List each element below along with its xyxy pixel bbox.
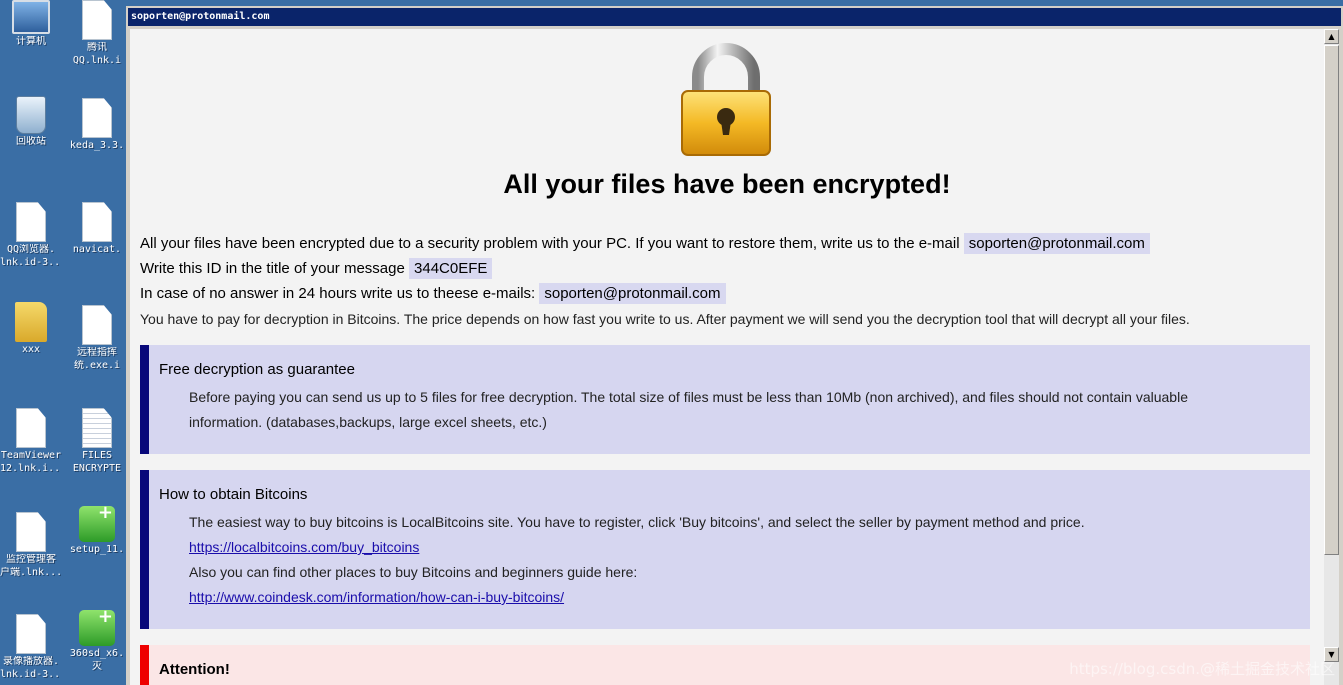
icon-label: 计算机 xyxy=(16,36,46,47)
icon-label: QQ.lnk.i xyxy=(72,55,122,66)
folder-icon xyxy=(15,302,47,342)
payment-line: You have to pay for decryption in Bitcoi… xyxy=(140,311,1190,327)
icon-label: 户端.lnk... xyxy=(0,567,62,578)
bitcoin-guide-box: How to obtain Bitcoins The easiest way t… xyxy=(140,470,1310,629)
fallback-text: In case of no answer in 24 hours write u… xyxy=(140,285,536,302)
intro-text: All your files have been encrypted due t… xyxy=(140,235,960,252)
desktop-icon-qq[interactable]: 腾讯 QQ.lnk.i xyxy=(66,0,128,66)
recycle-bin-icon xyxy=(16,96,46,134)
icon-label: lnk.id-3... xyxy=(0,257,62,268)
file-icon xyxy=(16,408,46,448)
icon-label: lnk.id-3... xyxy=(0,669,62,680)
icon-label: TeamViewer xyxy=(0,450,62,461)
file-icon xyxy=(16,512,46,552)
icon-label: FILES xyxy=(81,450,113,461)
scroll-up-arrow-icon[interactable]: ▲ xyxy=(1324,29,1339,44)
coindesk-link[interactable]: http://www.coindesk.com/information/how-… xyxy=(189,589,564,605)
icon-label: 监控管理客 xyxy=(6,554,56,565)
intro-line: All your files have been encrypted due t… xyxy=(140,233,1150,254)
id-text: Write this ID in the title of your messa… xyxy=(140,260,405,277)
icon-label: navicat. xyxy=(72,244,122,255)
box-title: Attention! xyxy=(159,661,230,678)
icon-label: 360sd_x6. xyxy=(69,648,125,659)
icon-label: 灭 xyxy=(92,661,102,672)
box-title: How to obtain Bitcoins xyxy=(159,486,308,503)
localbitcoins-link[interactable]: https://localbitcoins.com/buy_bitcoins xyxy=(189,539,419,555)
icon-label: 回收站 xyxy=(16,136,46,147)
ransom-note-window: soporten@protonmail.com All your files h… xyxy=(126,6,1343,685)
icon-label: keda_3.3. xyxy=(69,140,125,151)
victim-id[interactable]: 344C0EFE xyxy=(409,258,493,279)
desktop-icon-setup[interactable]: setup_11. xyxy=(66,502,128,555)
window-title[interactable]: soporten@protonmail.com xyxy=(128,8,1341,26)
icon-label: 腾讯 xyxy=(87,42,107,53)
fallback-line: In case of no answer in 24 hours write u… xyxy=(140,283,726,304)
file-icon xyxy=(82,0,112,40)
file-icon xyxy=(16,202,46,242)
desktop-icon-monitor-client[interactable]: 监控管理客 户端.lnk... xyxy=(0,512,62,578)
box-title: Free decryption as guarantee xyxy=(159,361,355,378)
desktop-icon-computer[interactable]: 计算机 xyxy=(0,0,62,47)
icon-label: QQ浏览器. xyxy=(6,244,56,255)
box-paragraph: Before paying you can send us up to 5 fi… xyxy=(189,389,1188,405)
desktop-icon-qq-browser[interactable]: QQ浏览器. lnk.id-3... xyxy=(0,202,62,268)
desktop-icon-keda[interactable]: keda_3.3. xyxy=(66,98,128,151)
fallback-email[interactable]: soporten@protonmail.com xyxy=(539,283,726,304)
text-file-icon xyxy=(82,408,112,448)
box-paragraph: Also you can find other places to buy Bi… xyxy=(189,564,638,580)
icon-label: 统.exe.i xyxy=(73,360,121,371)
file-icon xyxy=(82,305,112,345)
icon-label: 12.lnk.i... xyxy=(0,463,62,474)
desktop: 计算机 腾讯 QQ.lnk.i 回收站 keda_3.3. QQ浏览器. lnk… xyxy=(0,0,126,685)
id-line: Write this ID in the title of your messa… xyxy=(140,258,493,279)
file-icon xyxy=(16,614,46,654)
antivirus-icon xyxy=(79,606,115,646)
desktop-icon-remote[interactable]: 远程指挥 统.exe.i xyxy=(66,305,128,371)
scroll-thumb[interactable] xyxy=(1324,45,1339,555)
coindesk-link-row: http://www.coindesk.com/information/how-… xyxy=(189,589,564,605)
headline: All your files have been encrypted! xyxy=(503,169,951,199)
free-decryption-box: Free decryption as guarantee Before payi… xyxy=(140,345,1310,454)
installer-icon xyxy=(79,502,115,542)
computer-icon xyxy=(12,0,50,34)
icon-label: setup_11. xyxy=(69,544,125,555)
localbitcoins-link-row: https://localbitcoins.com/buy_bitcoins xyxy=(189,539,419,555)
desktop-icon-files-encrypted[interactable]: FILES ENCRYPTE xyxy=(66,408,128,474)
desktop-icon-360sd[interactable]: 360sd_x6. 灭 xyxy=(66,606,128,672)
desktop-icon-teamviewer[interactable]: TeamViewer 12.lnk.i... xyxy=(0,408,62,474)
desktop-icon-recycle-bin[interactable]: 回收站 xyxy=(0,96,62,147)
icon-label: xxx xyxy=(21,344,41,355)
icon-label: 录像播放器. xyxy=(2,656,60,667)
box-paragraph: The easiest way to buy bitcoins is Local… xyxy=(189,514,1085,530)
desktop-icon-navicat[interactable]: navicat. xyxy=(66,202,128,255)
desktop-icon-video-player[interactable]: 录像播放器. lnk.id-3... xyxy=(0,614,62,680)
icon-label: 远程指挥 xyxy=(77,347,117,358)
icon-label: ENCRYPTE xyxy=(72,463,122,474)
file-icon xyxy=(82,202,112,242)
note-content: All your files have been encrypted! All … xyxy=(130,29,1324,685)
desktop-icon-xxx-folder[interactable]: xxx xyxy=(0,302,62,355)
padlock-icon xyxy=(681,43,771,156)
contact-email[interactable]: soporten@protonmail.com xyxy=(963,233,1150,254)
file-icon xyxy=(82,98,112,138)
box-paragraph: information. (databases,backups, large e… xyxy=(189,414,547,430)
watermark: https://blog.csdn.@稀土掘金技术社区 xyxy=(1069,660,1335,678)
vertical-scrollbar[interactable]: ▲ ▼ xyxy=(1324,29,1339,685)
